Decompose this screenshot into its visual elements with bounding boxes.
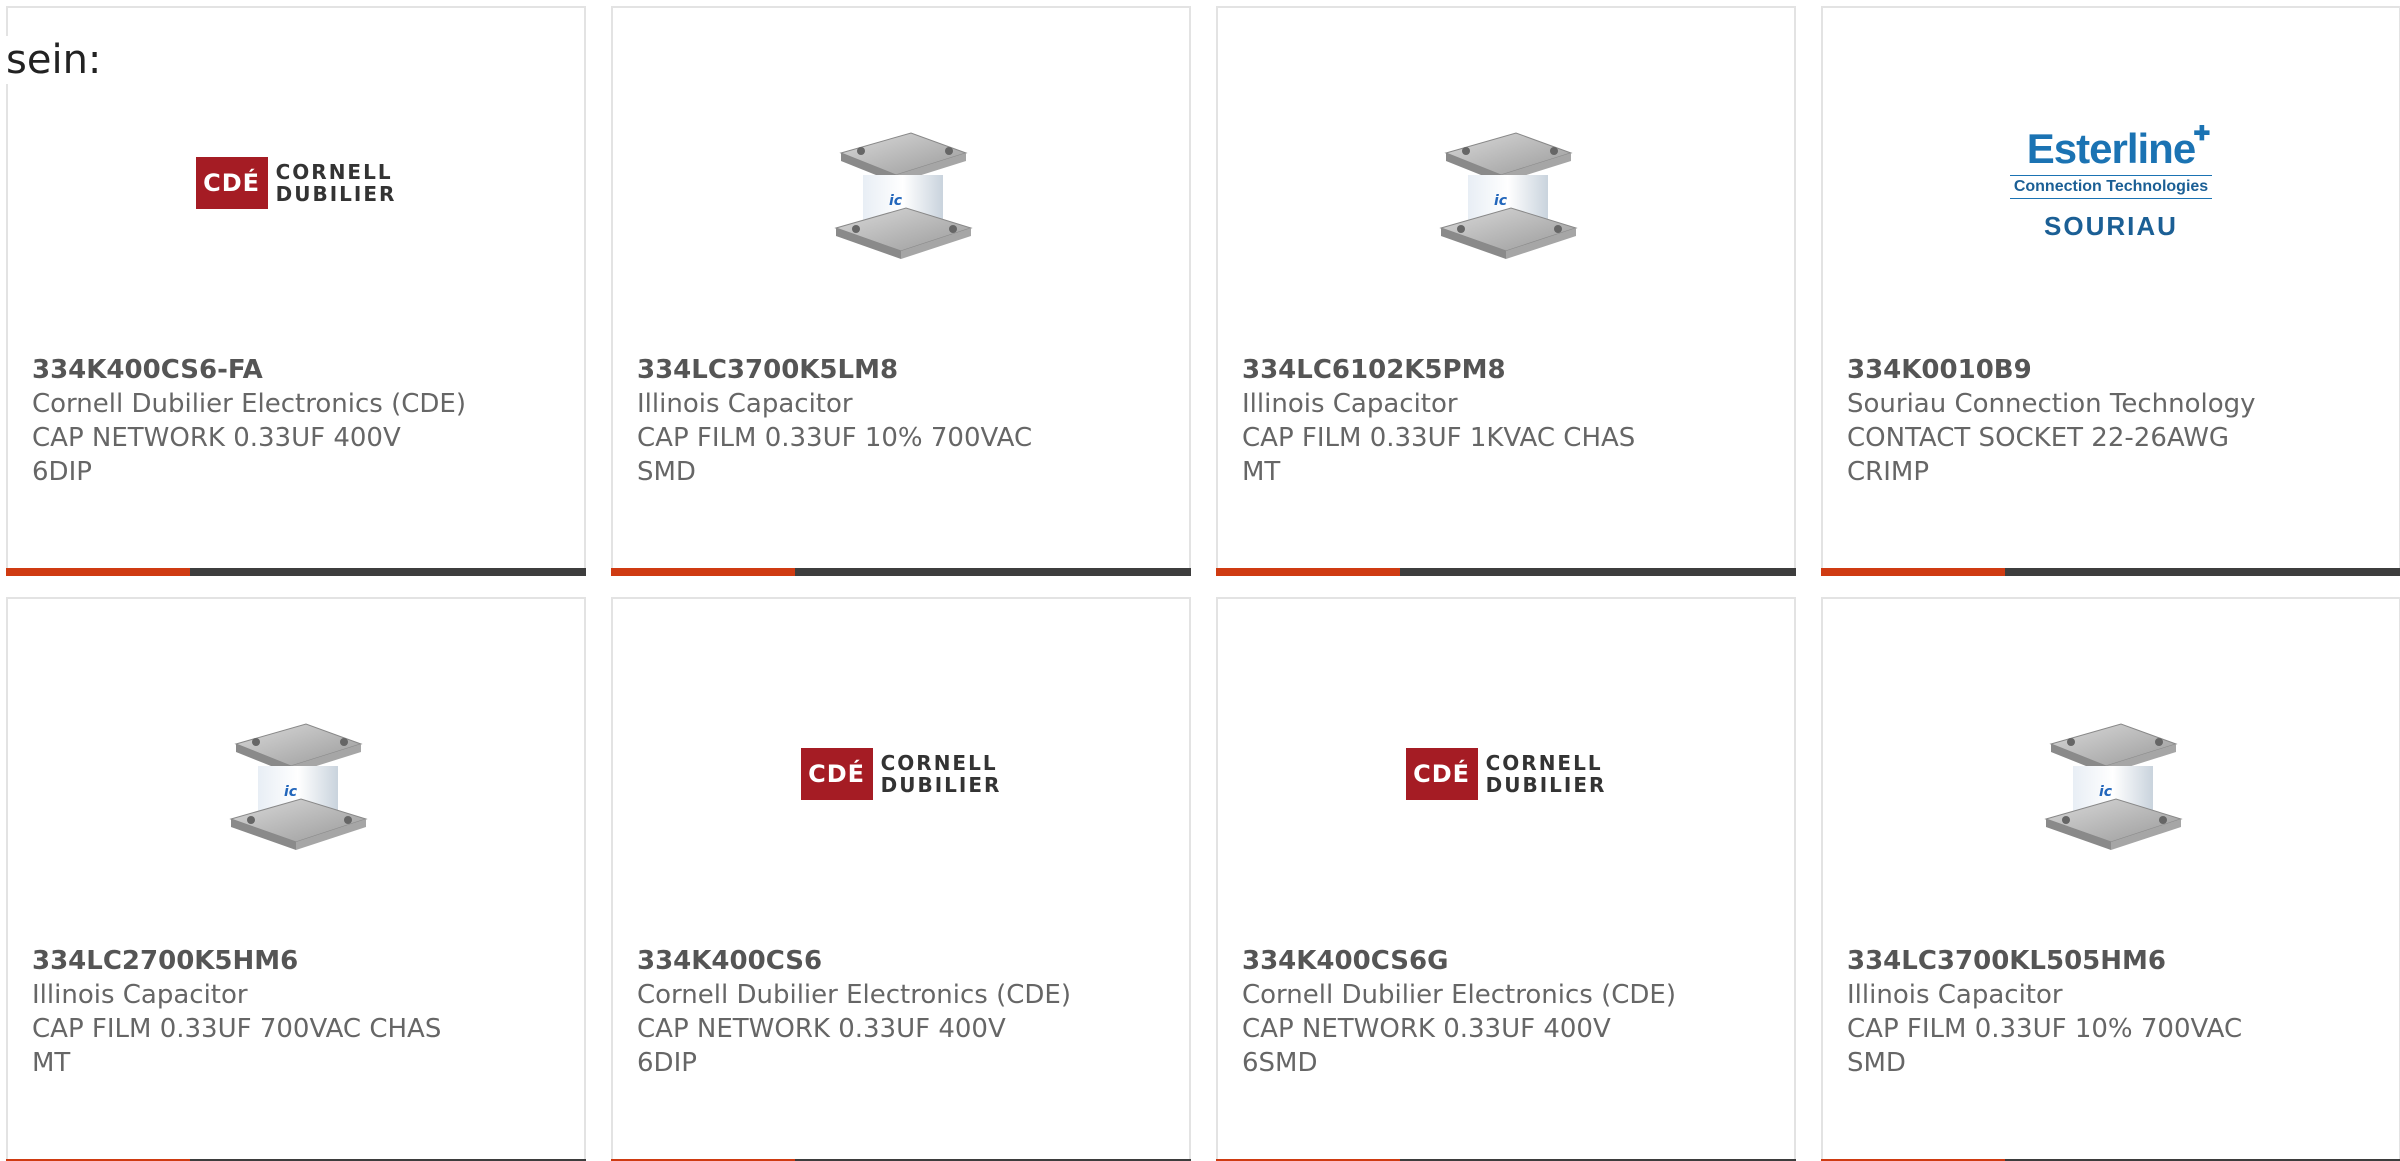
esterline-logo-tag: Connection Technologies — [2009, 174, 2213, 199]
esterline-logo-name: Esterline ✚ — [2026, 122, 2210, 172]
cde-logo-icon: CDÉ CORNELL DUBILIER — [1405, 748, 1607, 800]
description-line: CAP NETWORK 0.33UF 400V — [32, 423, 401, 453]
cde-logo-text: CORNELL DUBILIER — [880, 751, 1002, 797]
product-info: 334K0010B9 Souriau Connection Technology… — [1847, 353, 2375, 489]
esterline-logo-sub: SOURIAU — [2044, 210, 2178, 241]
product-card[interactable]: CDÉ CORNELL DUBILIER 334K400CS6 Cornell D… — [611, 597, 1191, 1161]
product-info: 334LC3700K5LM8 Illinois Capacitor CAP FI… — [637, 353, 1165, 489]
description-line: 6DIP — [637, 1048, 697, 1078]
description-line: CAP FILM 0.33UF 700VAC CHAS — [32, 1014, 442, 1044]
part-number-link[interactable]: 334LC6102K5PM8 — [1242, 353, 1770, 387]
product-info: 334LC6102K5PM8 Illinois Capacitor CAP FI… — [1242, 353, 1770, 489]
card-bottom-bar — [1821, 568, 2400, 576]
card-bottom-accent — [611, 568, 795, 576]
description-line: CONTACT SOCKET 22-26AWG — [1847, 423, 2230, 453]
part-number-link[interactable]: 334K0010B9 — [1847, 353, 2375, 387]
product-card[interactable]: ic 334LC2700K5HM6 Illinois Capacitor CAP… — [6, 597, 586, 1161]
description-line: MT — [32, 1048, 71, 1078]
product-image[interactable]: Esterline ✚ Connection Technologies SOURI… — [1823, 58, 2399, 308]
cde-logo-text: CORNELL DUBILIER — [1485, 751, 1607, 797]
product-info: 334LC2700K5HM6 Illinois Capacitor CAP FI… — [32, 944, 560, 1080]
cde-logo-icon: CDÉ CORNELL DUBILIER — [800, 748, 1002, 800]
product-image[interactable]: CDÉ CORNELL DUBILIER — [1218, 649, 1794, 899]
cde-logo-mark: CDÉ — [1405, 748, 1478, 800]
manufacturer-name: Cornell Dubilier Electronics (CDE) — [1242, 980, 1676, 1010]
description-line: SMD — [1847, 1048, 1906, 1078]
product-info: 334LC3700KL505HM6 Illinois Capacitor CAP… — [1847, 944, 2375, 1080]
card-bottom-bar — [6, 568, 586, 576]
part-number-link[interactable]: 334LC2700K5HM6 — [32, 944, 560, 978]
manufacturer-name: Illinois Capacitor — [637, 389, 853, 419]
capacitor-image: ic — [2044, 723, 2183, 850]
product-info: 334K400CS6 Cornell Dubilier Electronics … — [637, 944, 1165, 1080]
cde-logo-text: CORNELL DUBILIER — [275, 160, 397, 206]
part-number-link[interactable]: 334LC3700K5LM8 — [637, 353, 1165, 387]
product-image[interactable]: ic — [1823, 649, 2399, 899]
product-info: 334K400CS6G Cornell Dubilier Electronics… — [1242, 944, 1770, 1080]
manufacturer-name: Illinois Capacitor — [1847, 980, 2063, 1010]
manufacturer-name: Illinois Capacitor — [1242, 389, 1458, 419]
part-number-link[interactable]: 334K400CS6 — [637, 944, 1165, 978]
svg-text:ic: ic — [2099, 784, 2113, 800]
manufacturer-name: Illinois Capacitor — [32, 980, 248, 1010]
card-bottom-bar — [1216, 568, 1796, 576]
description-line: CAP FILM 0.33UF 10% 700VAC — [637, 423, 1033, 453]
svg-text:ic: ic — [1494, 193, 1508, 209]
card-bottom-accent — [1216, 568, 1400, 576]
product-card[interactable]: CDÉ CORNELL DUBILIER 334K400CS6G Cornell … — [1216, 597, 1796, 1161]
description-line: 6SMD — [1242, 1048, 1318, 1078]
product-grid: CDÉ CORNELL DUBILIER 334K400CS6-FA Cornel… — [0, 0, 2400, 1161]
product-image[interactable]: CDÉ CORNELL DUBILIER — [8, 58, 584, 308]
description-line: CAP NETWORK 0.33UF 400V — [1242, 1014, 1611, 1044]
svg-text:ic: ic — [284, 784, 298, 800]
capacitor-image: ic — [229, 723, 368, 850]
capacitor-image: ic — [1439, 132, 1578, 259]
card-bottom-accent — [6, 568, 190, 576]
cde-logo-mark: CDÉ — [800, 748, 873, 800]
cde-logo-mark: CDÉ — [195, 157, 268, 209]
description-line: CAP FILM 0.33UF 10% 700VAC — [1847, 1014, 2243, 1044]
description-line: CAP NETWORK 0.33UF 400V — [637, 1014, 1006, 1044]
product-grid-page: sein: CDÉ CORNELL DUBILIER 334K400CS6-FA … — [0, 0, 2400, 1161]
part-number-link[interactable]: 334K400CS6-FA — [32, 353, 560, 387]
product-card[interactable]: CDÉ CORNELL DUBILIER 334K400CS6-FA Cornel… — [6, 6, 586, 576]
description-line: CAP FILM 0.33UF 1KVAC CHAS — [1242, 423, 1636, 453]
product-info: 334K400CS6-FA Cornell Dubilier Electroni… — [32, 353, 560, 489]
description-line: SMD — [637, 457, 696, 487]
product-image[interactable]: CDÉ CORNELL DUBILIER — [613, 649, 1189, 899]
product-image[interactable]: ic — [8, 649, 584, 899]
overlay-text: sein: — [6, 36, 102, 84]
svg-text:ic: ic — [889, 193, 903, 209]
product-image[interactable]: ic — [1218, 58, 1794, 308]
product-card[interactable]: ic 334LC3700K5LM8 Illinois Capacitor CAP… — [611, 6, 1191, 576]
card-bottom-bar — [611, 568, 1191, 576]
manufacturer-name: Souriau Connection Technology — [1847, 389, 2256, 419]
manufacturer-name: Cornell Dubilier Electronics (CDE) — [32, 389, 466, 419]
esterline-logo-icon: Esterline ✚ Connection Technologies SOURI… — [2009, 122, 2213, 242]
part-number-link[interactable]: 334LC3700KL505HM6 — [1847, 944, 2375, 978]
product-image[interactable]: ic — [613, 58, 1189, 308]
description-line: 6DIP — [32, 457, 92, 487]
card-bottom-accent — [1821, 568, 2005, 576]
capacitor-image: ic — [834, 132, 973, 259]
part-number-link[interactable]: 334K400CS6G — [1242, 944, 1770, 978]
description-line: CRIMP — [1847, 457, 1929, 487]
cde-logo-icon: CDÉ CORNELL DUBILIER — [195, 157, 397, 209]
product-card[interactable]: Esterline ✚ Connection Technologies SOURI… — [1821, 6, 2400, 576]
description-line: MT — [1242, 457, 1281, 487]
product-card[interactable]: ic 334LC3700KL505HM6 Illinois Capacitor … — [1821, 597, 2400, 1161]
manufacturer-name: Cornell Dubilier Electronics (CDE) — [637, 980, 1071, 1010]
product-card[interactable]: ic 334LC6102K5PM8 Illinois Capacitor CAP… — [1216, 6, 1796, 576]
